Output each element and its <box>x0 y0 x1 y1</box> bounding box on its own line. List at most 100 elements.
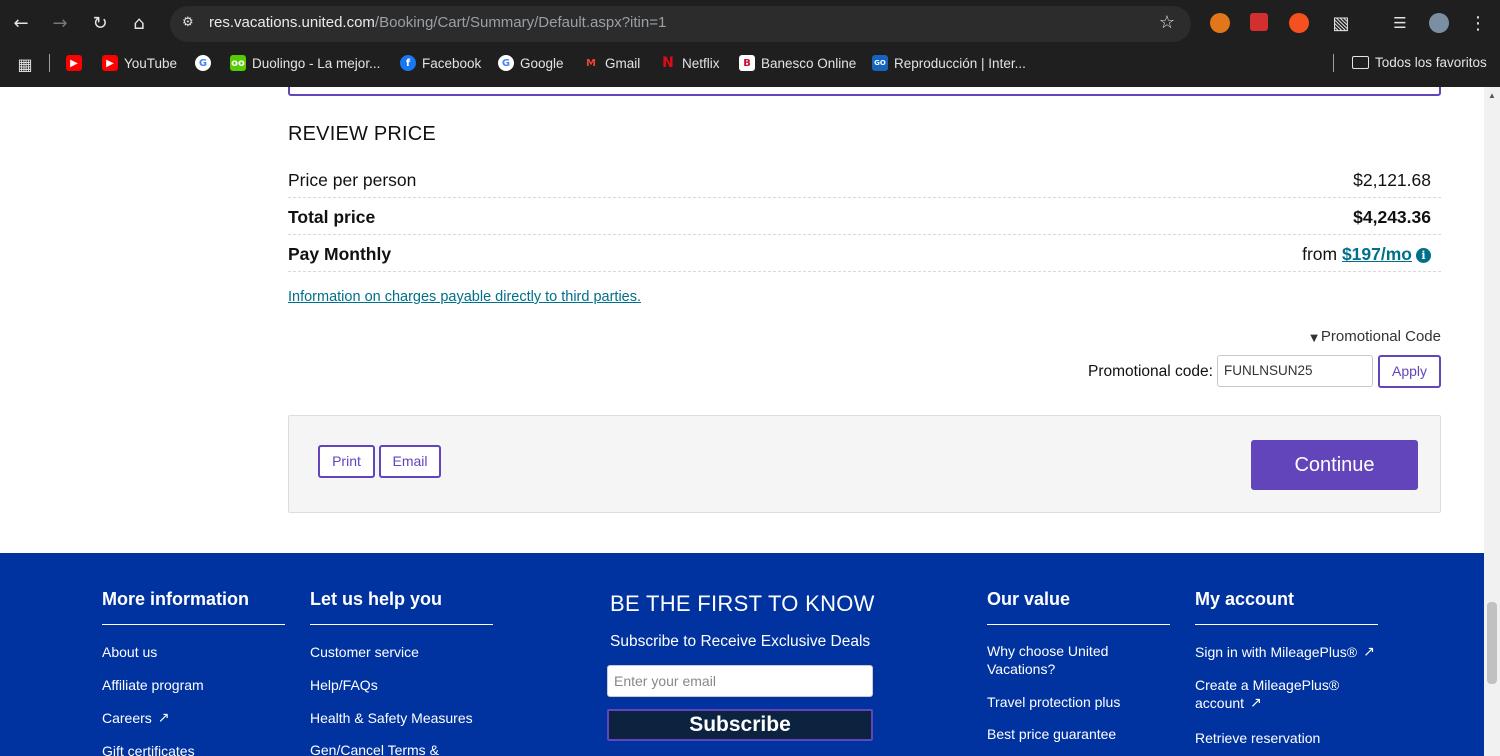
total-price-value: $4,243.36 <box>1353 207 1431 227</box>
external-link-icon: ↗ <box>157 710 170 726</box>
browser-menu-icon[interactable]: ⋮ <box>1464 9 1492 37</box>
youtube-icon: ▶ <box>66 55 82 71</box>
info-icon[interactable]: i <box>1416 248 1431 263</box>
gmail-icon: M <box>583 55 599 71</box>
google-icon: G <box>195 55 211 71</box>
home-icon[interactable]: ⌂ <box>125 9 153 37</box>
divider <box>310 624 493 625</box>
bookmark-inter[interactable]: GO Reproducción | Inter... <box>872 55 1026 71</box>
help-faqs-link[interactable]: Help/FAQs <box>310 676 378 694</box>
bookmark-facebook[interactable]: f Facebook <box>400 55 481 71</box>
all-bookmarks-folder[interactable]: Todos los favoritos <box>1352 55 1487 70</box>
continue-button[interactable]: Continue <box>1251 440 1418 490</box>
back-arrow-icon[interactable]: ← <box>7 9 35 37</box>
extensions-puzzle-icon[interactable]: ▧ <box>1327 9 1355 37</box>
forward-arrow-icon[interactable]: → <box>46 9 74 37</box>
pay-monthly-prefix: from <box>1302 244 1338 264</box>
newsletter-title: BE THE FIRST TO KNOW <box>610 591 875 616</box>
extension-red-icon[interactable] <box>1289 13 1309 33</box>
action-panel: Print Email Continue <box>288 415 1441 513</box>
banesco-icon: B <box>739 55 755 71</box>
bookmark-youtube[interactable]: ▶ YouTube <box>102 55 177 71</box>
create-mileageplus-link[interactable]: Create a MileagePlus® account ↗ <box>1195 676 1345 712</box>
bookmarks-bar: ▦ ▶ ▶ YouTube G oo Duolingo - La mejor... … <box>0 48 1500 80</box>
price-per-person-row: Price per person $2,121.68 <box>288 161 1441 198</box>
inter-icon: GO <box>872 55 888 71</box>
facebook-icon: f <box>400 55 416 71</box>
pay-monthly-link[interactable]: $197/mo <box>1342 244 1412 264</box>
price-per-person-value: $2,121.68 <box>1353 170 1431 190</box>
travel-protection-link[interactable]: Travel protection plus <box>987 693 1120 711</box>
profile-avatar[interactable] <box>1429 13 1449 33</box>
bookmark-banesco[interactable]: B Banesco Online <box>739 55 856 71</box>
bookmark-duolingo[interactable]: oo Duolingo - La mejor... <box>230 55 380 71</box>
metamask-icon[interactable] <box>1210 13 1230 33</box>
price-per-person-label: Price per person <box>288 170 417 190</box>
page-scrollbar[interactable]: ▲ <box>1484 87 1500 756</box>
my-account-heading: My account <box>1195 589 1295 609</box>
subscribe-button[interactable]: Subscribe <box>607 709 873 741</box>
best-price-link[interactable]: Best price guarantee <box>987 725 1116 743</box>
let-us-help-heading: Let us help you <box>310 589 443 609</box>
email-field[interactable]: Enter your email <box>607 665 873 697</box>
media-queue-icon[interactable]: ☰ <box>1386 9 1414 37</box>
pay-monthly-row: Pay Monthly from $197/mo i <box>288 235 1441 272</box>
external-link-icon: ↗ <box>1250 695 1262 711</box>
youtube-icon: ▶ <box>102 55 118 71</box>
bookmark-netflix[interactable]: N Netflix <box>660 55 720 71</box>
scrollbar-thumb[interactable] <box>1487 602 1497 684</box>
divider <box>1333 54 1334 72</box>
bookmark-google-short[interactable]: G <box>195 55 211 71</box>
duolingo-icon: oo <box>230 55 246 71</box>
apply-button[interactable]: Apply <box>1378 355 1441 388</box>
careers-link[interactable]: Careers ↗ <box>102 709 170 727</box>
bookmark-google[interactable]: G Google <box>498 55 564 71</box>
url-text[interactable]: res.vacations.united.com/Booking/Cart/Su… <box>209 14 666 31</box>
our-value-heading: Our value <box>987 589 1071 609</box>
divider <box>987 624 1170 625</box>
email-button[interactable]: Email <box>379 445 441 478</box>
customer-service-link[interactable]: Customer service <box>310 643 419 661</box>
site-footer: More information About us Affiliate prog… <box>0 553 1484 756</box>
site-info-icon[interactable]: ⚙ <box>182 15 200 33</box>
folder-icon <box>1352 56 1369 69</box>
pay-monthly-label: Pay Monthly <box>288 244 392 264</box>
reload-icon[interactable]: ↻ <box>86 9 114 37</box>
gift-certificates-link[interactable]: Gift certificates <box>102 742 195 756</box>
promo-code-input[interactable]: FUNLNSUN25 <box>1217 355 1373 387</box>
divider <box>1195 624 1378 625</box>
google-icon: G <box>498 55 514 71</box>
apps-grid-icon[interactable]: ▦ <box>11 50 39 78</box>
cancel-terms-link[interactable]: Gen/Cancel Terms & <box>310 741 439 756</box>
more-information-heading: More information <box>102 589 249 609</box>
bookmark-gmail[interactable]: M Gmail <box>583 55 640 71</box>
bookmark-star-icon[interactable]: ☆ <box>1159 12 1175 33</box>
retrieve-reservation-link[interactable]: Retrieve reservation <box>1195 729 1320 747</box>
previous-section-box <box>288 87 1441 96</box>
browser-chrome: ← → ↻ ⌂ ⚙ res.vacations.united.com/Booki… <box>0 0 1500 87</box>
about-us-link[interactable]: About us <box>102 643 157 661</box>
extension-key-icon[interactable] <box>1250 13 1268 31</box>
total-price-row: Total price $4,243.36 <box>288 198 1441 235</box>
why-choose-link[interactable]: Why choose United Vacations? <box>987 642 1137 678</box>
promo-code-toggle[interactable]: ▼ Promotional Code <box>1310 328 1441 345</box>
address-bar[interactable]: ⚙ res.vacations.united.com/Booking/Cart/… <box>170 6 1191 42</box>
sign-in-mileageplus-link[interactable]: Sign in with MileagePlus® ↗ <box>1195 643 1375 661</box>
health-safety-link[interactable]: Health & Safety Measures <box>310 709 473 727</box>
total-price-label: Total price <box>288 207 376 227</box>
print-button[interactable]: Print <box>318 445 375 478</box>
caret-down-icon: ▼ <box>1310 333 1318 344</box>
affiliate-program-link[interactable]: Affiliate program <box>102 676 204 694</box>
promo-code-label: Promotional code: <box>1088 363 1213 380</box>
review-price-title: REVIEW PRICE <box>288 123 436 145</box>
bookmark-youtube-short[interactable]: ▶ <box>66 55 82 71</box>
third-party-charges-link[interactable]: Information on charges payable directly … <box>288 289 641 305</box>
netflix-icon: N <box>660 55 676 71</box>
newsletter-subtitle: Subscribe to Receive Exclusive Deals <box>610 633 871 650</box>
external-link-icon: ↗ <box>1363 644 1375 660</box>
divider <box>49 54 50 72</box>
pay-monthly-value-group: from $197/mo i <box>1302 244 1431 265</box>
divider <box>102 624 285 625</box>
page-content: REVIEW PRICE Price per person $2,121.68 … <box>0 87 1484 756</box>
scroll-up-arrow-icon[interactable]: ▲ <box>1488 91 1496 100</box>
